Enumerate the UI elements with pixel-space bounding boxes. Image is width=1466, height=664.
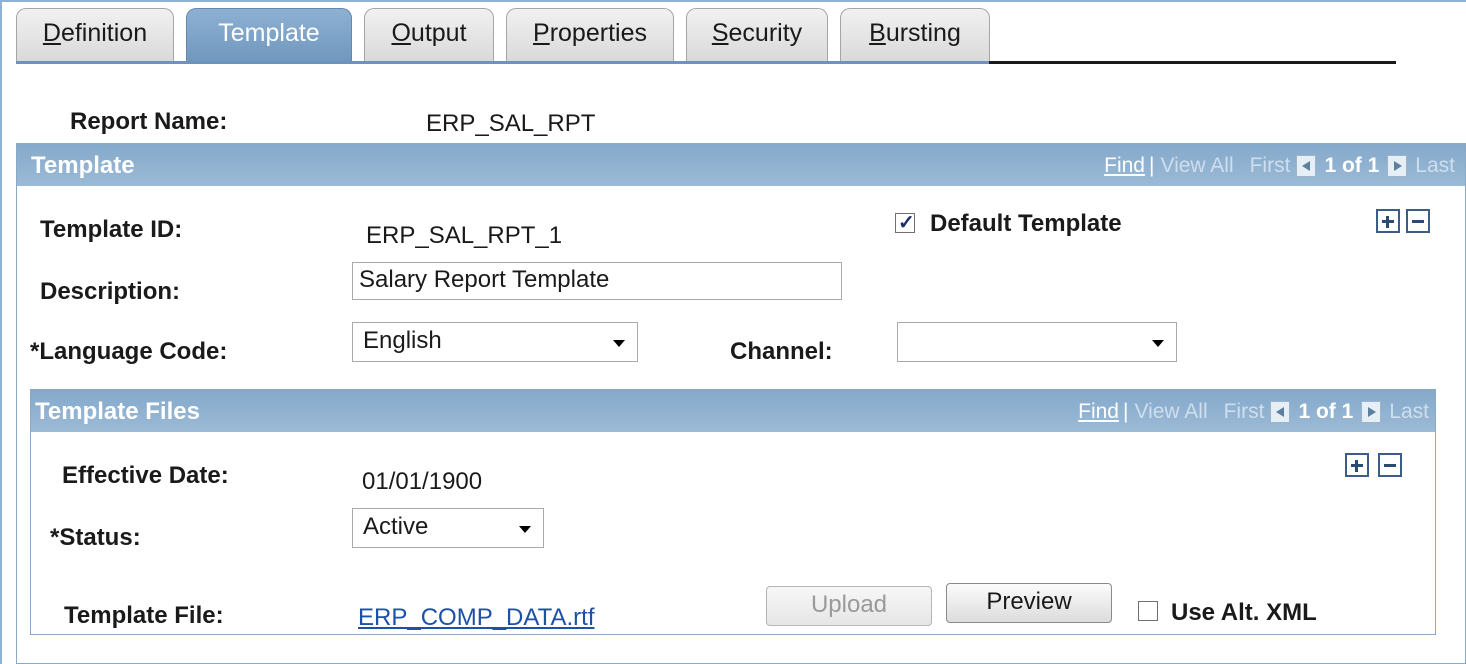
tab-definition[interactable]: Definition	[16, 8, 174, 64]
previous-arrow-icon[interactable]	[1296, 155, 1317, 177]
description-label: Description:	[40, 278, 181, 305]
checkmark-icon: ✓	[898, 212, 915, 234]
upload-button[interactable]: Upload	[766, 586, 932, 626]
language-code-value: English	[363, 327, 442, 354]
use-alt-xml-label: Use Alt. XML	[1171, 599, 1317, 626]
tab-security[interactable]: Security	[686, 8, 828, 64]
use-alt-xml-checkbox[interactable]	[1138, 601, 1158, 621]
find-link[interactable]: Find	[1104, 154, 1145, 178]
find-link[interactable]: Find	[1078, 400, 1119, 424]
previous-arrow-icon[interactable]	[1270, 401, 1291, 423]
frame-top-border	[0, 0, 1466, 2]
view-all-link: View All	[1160, 154, 1234, 177]
template-navigation: Find | View All First 1 of 1 Last	[1104, 154, 1455, 178]
preview-button[interactable]: Preview	[946, 583, 1112, 623]
report-name-label: Report Name:	[70, 108, 228, 135]
next-arrow-icon[interactable]	[1361, 401, 1382, 423]
last-link: Last	[1415, 154, 1455, 177]
default-template-checkbox[interactable]: ✓	[895, 212, 915, 234]
template-files-navigation: Find | View All First 1 of 1 Last	[1078, 400, 1429, 424]
language-code-select[interactable]: English	[352, 322, 638, 362]
delete-template-row-button[interactable]	[1406, 209, 1430, 233]
tab-baseline	[16, 61, 989, 64]
effective-date-value: 01/01/1900	[362, 468, 483, 495]
last-link: Last	[1389, 400, 1429, 423]
effective-date-label: Effective Date:	[62, 462, 229, 489]
language-code-label: *Language Code:	[30, 338, 228, 365]
report-name-value: ERP_SAL_RPT	[426, 110, 596, 137]
template-id-value: ERP_SAL_RPT_1	[366, 222, 563, 249]
status-value: Active	[363, 513, 429, 540]
tab-underline	[989, 61, 1396, 64]
frame-left-border	[0, 0, 2, 664]
tab-properties[interactable]: Properties	[506, 8, 674, 64]
template-files-header: Template Files Find | View All First 1 o…	[31, 390, 1435, 432]
channel-select[interactable]	[897, 322, 1177, 362]
template-file-label: Template File:	[64, 602, 224, 629]
description-input[interactable]: Salary Report Template	[352, 262, 842, 300]
status-label: *Status:	[50, 524, 141, 551]
status-select[interactable]: Active	[352, 508, 544, 548]
tab-bursting[interactable]: Bursting	[840, 8, 990, 64]
row-count: 1 of 1	[1298, 400, 1354, 423]
tab-template[interactable]: Template	[186, 8, 352, 64]
template-group-title: Template	[31, 152, 135, 179]
row-count: 1 of 1	[1324, 154, 1380, 177]
channel-label: Channel:	[730, 338, 833, 365]
template-id-label: Template ID:	[40, 216, 183, 243]
nav-separator: |	[1122, 400, 1129, 423]
first-link: First	[1223, 400, 1265, 423]
view-all-link: View All	[1134, 400, 1208, 423]
add-file-row-button[interactable]	[1345, 453, 1369, 477]
delete-file-row-button[interactable]	[1378, 453, 1402, 477]
template-file-link[interactable]: ERP_COMP_DATA.rtf	[358, 604, 594, 632]
default-template-label: Default Template	[930, 210, 1122, 237]
add-template-row-button[interactable]	[1376, 209, 1400, 233]
template-group-header: Template Find | View All First 1 of 1 La…	[17, 144, 1465, 186]
nav-separator: |	[1148, 154, 1155, 177]
template-files-title: Template Files	[35, 398, 200, 425]
next-arrow-icon[interactable]	[1387, 155, 1408, 177]
first-link: First	[1249, 154, 1291, 177]
tab-output[interactable]: Output	[364, 8, 494, 64]
chevron-down-icon	[1152, 340, 1164, 347]
chevron-down-icon	[613, 340, 625, 347]
chevron-down-icon	[519, 526, 531, 533]
